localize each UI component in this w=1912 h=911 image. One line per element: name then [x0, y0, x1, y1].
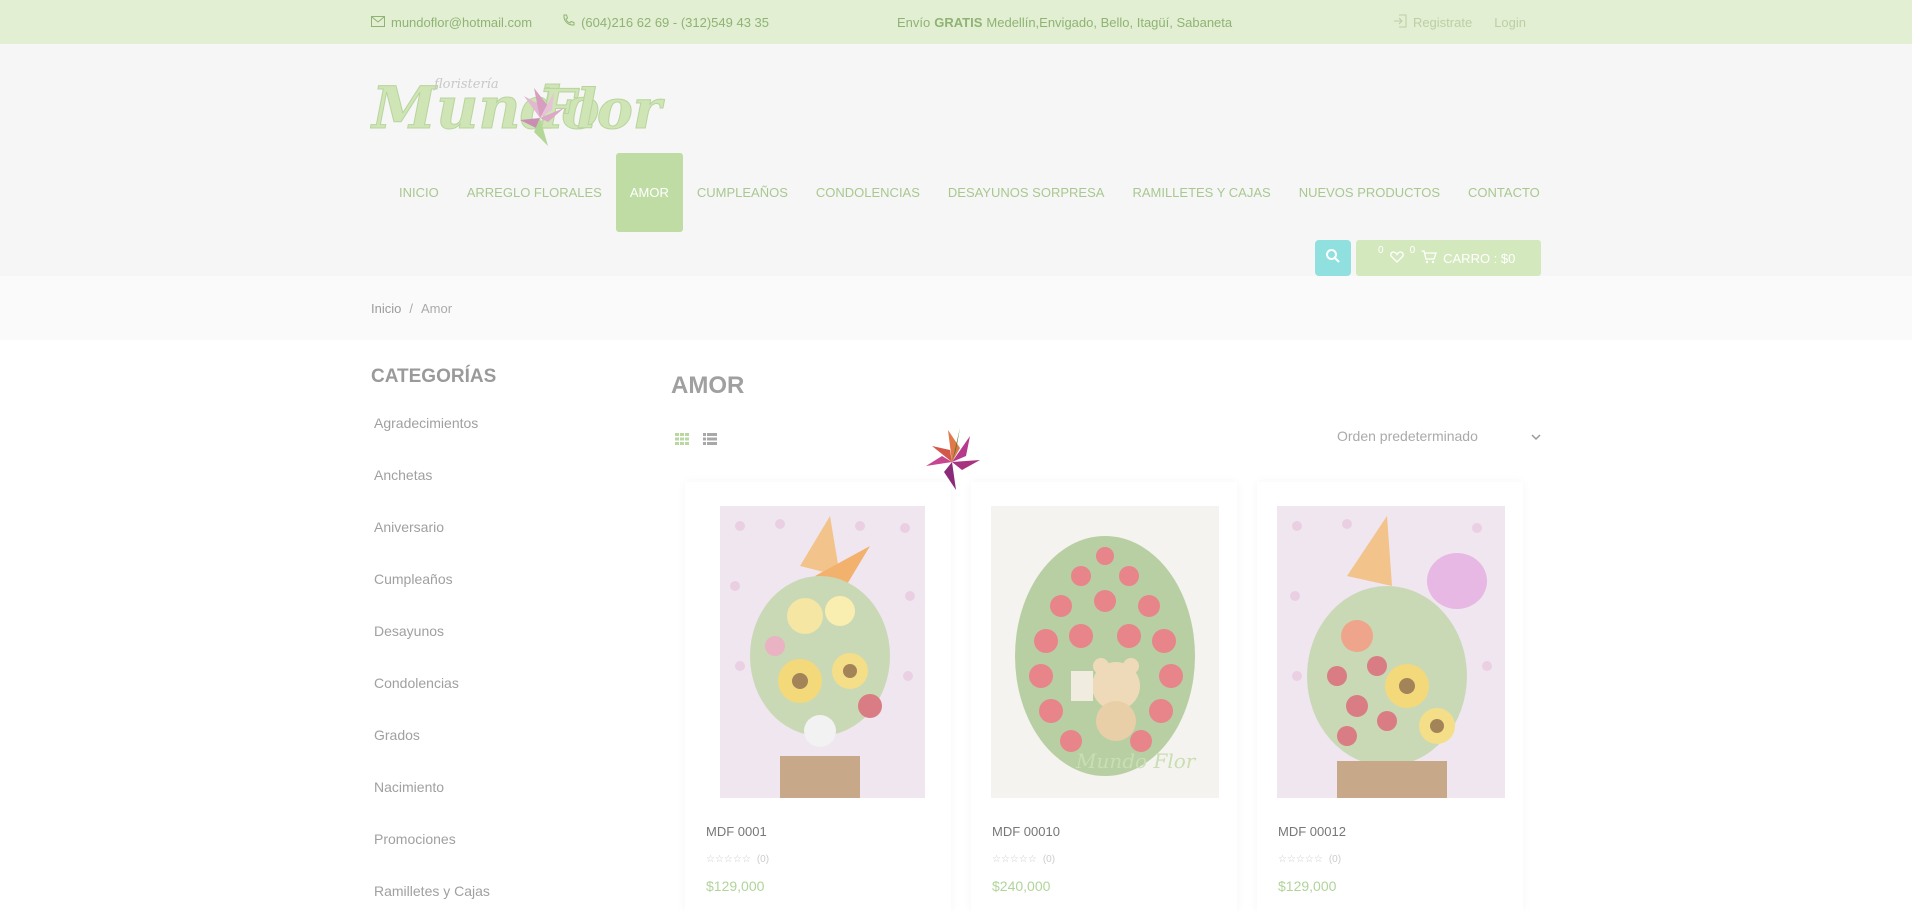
- login-link[interactable]: Login: [1494, 15, 1526, 30]
- phone-icon: [562, 14, 575, 30]
- product-grid: MDF 0001 ☆☆☆☆☆ (0) $129,000 Mundo Flor M…: [685, 482, 1523, 911]
- nav-ramilletes-y-cajas[interactable]: RAMILLETES Y CAJAS: [1118, 153, 1284, 232]
- product-card[interactable]: MDF 00012 ☆☆☆☆☆ (0) $129,000: [1257, 482, 1523, 911]
- product-price: $129,000: [706, 878, 765, 894]
- product-name[interactable]: MDF 0001: [706, 824, 767, 839]
- breadcrumb-bar: Inicio / Amor: [0, 276, 1912, 340]
- site-logo[interactable]: Mundo Flor floristería: [370, 68, 682, 156]
- review-count: (0): [1328, 854, 1342, 865]
- review-count: (0): [1042, 854, 1056, 865]
- top-bar: mundoflor@hotmail.com (604)216 62 69 - (…: [0, 0, 1912, 44]
- categories-title: CATEGORÍAS: [371, 366, 497, 387]
- grid-view-icon[interactable]: [675, 432, 689, 450]
- product-price: $129,000: [1278, 878, 1337, 894]
- mail-icon: [371, 15, 385, 30]
- product-image[interactable]: [720, 506, 925, 798]
- breadcrumb-current: Amor: [420, 300, 453, 316]
- flower-loader-icon: [922, 426, 982, 497]
- listing-toolbar: Orden predeterminado: [671, 428, 1541, 452]
- product-rating: ☆☆☆☆☆ (0): [706, 854, 769, 865]
- star-rating-icon: ☆☆☆☆☆: [706, 854, 751, 865]
- nav-nuevos-productos[interactable]: NUEVOS PRODUCTOS: [1285, 153, 1454, 232]
- view-switcher: [675, 432, 717, 450]
- cart-count: 0: [1409, 244, 1416, 256]
- product-image[interactable]: Mundo Flor: [991, 506, 1219, 798]
- product-image[interactable]: [1277, 506, 1505, 798]
- page-title: AMOR: [671, 372, 745, 399]
- cart-icon: [1421, 249, 1438, 267]
- cart-label: CARRO : $0: [1443, 250, 1516, 266]
- category-condolencias[interactable]: Condolencias: [371, 668, 631, 720]
- review-count: (0): [756, 854, 770, 865]
- category-cumpleanos[interactable]: Cumpleaños: [371, 564, 631, 616]
- star-rating-icon: ☆☆☆☆☆: [1278, 854, 1323, 865]
- list-view-icon[interactable]: [703, 432, 717, 450]
- product-name[interactable]: MDF 00012: [1278, 824, 1346, 839]
- search-icon: [1325, 248, 1341, 269]
- categories-sidebar: CATEGORÍAS Agradecimientos Anchetas Aniv…: [371, 366, 631, 911]
- chevron-down-icon: [1531, 428, 1541, 444]
- category-promociones[interactable]: Promociones: [371, 824, 631, 876]
- breadcrumb-home[interactable]: Inicio: [371, 301, 401, 316]
- category-ramilletes-y-cajas[interactable]: Ramilletes y Cajas: [371, 876, 631, 911]
- nav-cumpleanos[interactable]: CUMPLEAÑOS: [683, 153, 802, 232]
- nav-contacto[interactable]: CONTACTO: [1454, 153, 1554, 232]
- svg-text:floristería: floristería: [433, 77, 499, 92]
- cart-button[interactable]: 0 0 CARRO : $0: [1356, 240, 1541, 276]
- promo-prefix: Envío: [897, 14, 931, 30]
- star-rating-icon: ☆☆☆☆☆: [992, 854, 1037, 865]
- shipping-promo: Envío GRATIS Medellín,Envigado, Bello, I…: [897, 0, 1232, 44]
- sort-select[interactable]: Orden predeterminado: [1331, 428, 1541, 444]
- sort-selected-value: Orden predeterminado: [1337, 428, 1478, 444]
- category-aniversario[interactable]: Aniversario: [371, 512, 631, 564]
- breadcrumb-separator: /: [409, 300, 413, 316]
- search-button[interactable]: [1315, 240, 1351, 276]
- nav-desayunos-sorpresa[interactable]: DESAYUNOS SORPRESA: [934, 153, 1119, 232]
- contact-info: mundoflor@hotmail.com (604)216 62 69 - (…: [371, 0, 769, 44]
- svg-text:Mundo Flor: Mundo Flor: [1075, 749, 1197, 773]
- auth-links: Registrate Login: [1393, 0, 1526, 44]
- nav-inicio[interactable]: INICIO: [385, 153, 453, 232]
- wishlist-count: 0: [1378, 244, 1384, 256]
- promo-highlight: GRATIS: [934, 14, 983, 30]
- register-link[interactable]: Registrate: [1413, 15, 1472, 30]
- promo-cities: Medellín,Envigado, Bello, Itagüí, Sabane…: [986, 14, 1233, 30]
- category-nacimiento[interactable]: Nacimiento: [371, 772, 631, 824]
- login-icon: [1393, 14, 1407, 31]
- breadcrumb: Inicio / Amor: [371, 276, 452, 340]
- nav-arreglo-florales[interactable]: ARREGLO FLORALES: [453, 153, 616, 232]
- phone-numbers[interactable]: (604)216 62 69 - (312)549 43 35: [581, 15, 769, 30]
- nav-condolencias[interactable]: CONDOLENCIAS: [802, 153, 934, 232]
- categories-list: Agradecimientos Anchetas Aniversario Cum…: [371, 408, 631, 911]
- product-rating: ☆☆☆☆☆ (0): [1278, 854, 1341, 865]
- category-anchetas[interactable]: Anchetas: [371, 460, 631, 512]
- nav-amor[interactable]: AMOR: [615, 153, 683, 232]
- product-card[interactable]: Mundo Flor MDF 00010 ☆☆☆☆☆ (0) $240,000: [971, 482, 1237, 911]
- product-listing: AMOR Orden predeterminado MDF 0001 ☆☆☆☆☆…: [671, 366, 1541, 911]
- product-name[interactable]: MDF 00010: [992, 824, 1060, 839]
- category-desayunos[interactable]: Desayunos: [371, 616, 631, 668]
- product-card[interactable]: MDF 0001 ☆☆☆☆☆ (0) $129,000: [685, 482, 951, 911]
- category-agradecimientos[interactable]: Agradecimientos: [371, 408, 631, 460]
- svg-text:Flor: Flor: [536, 77, 665, 141]
- heart-icon: [1389, 250, 1404, 266]
- email-link[interactable]: mundoflor@hotmail.com: [391, 15, 532, 30]
- main-nav: INICIO ARREGLO FLORALES AMOR CUMPLEAÑOS …: [385, 153, 1554, 232]
- product-rating: ☆☆☆☆☆ (0): [992, 854, 1055, 865]
- category-grados[interactable]: Grados: [371, 720, 631, 772]
- product-price: $240,000: [992, 878, 1051, 894]
